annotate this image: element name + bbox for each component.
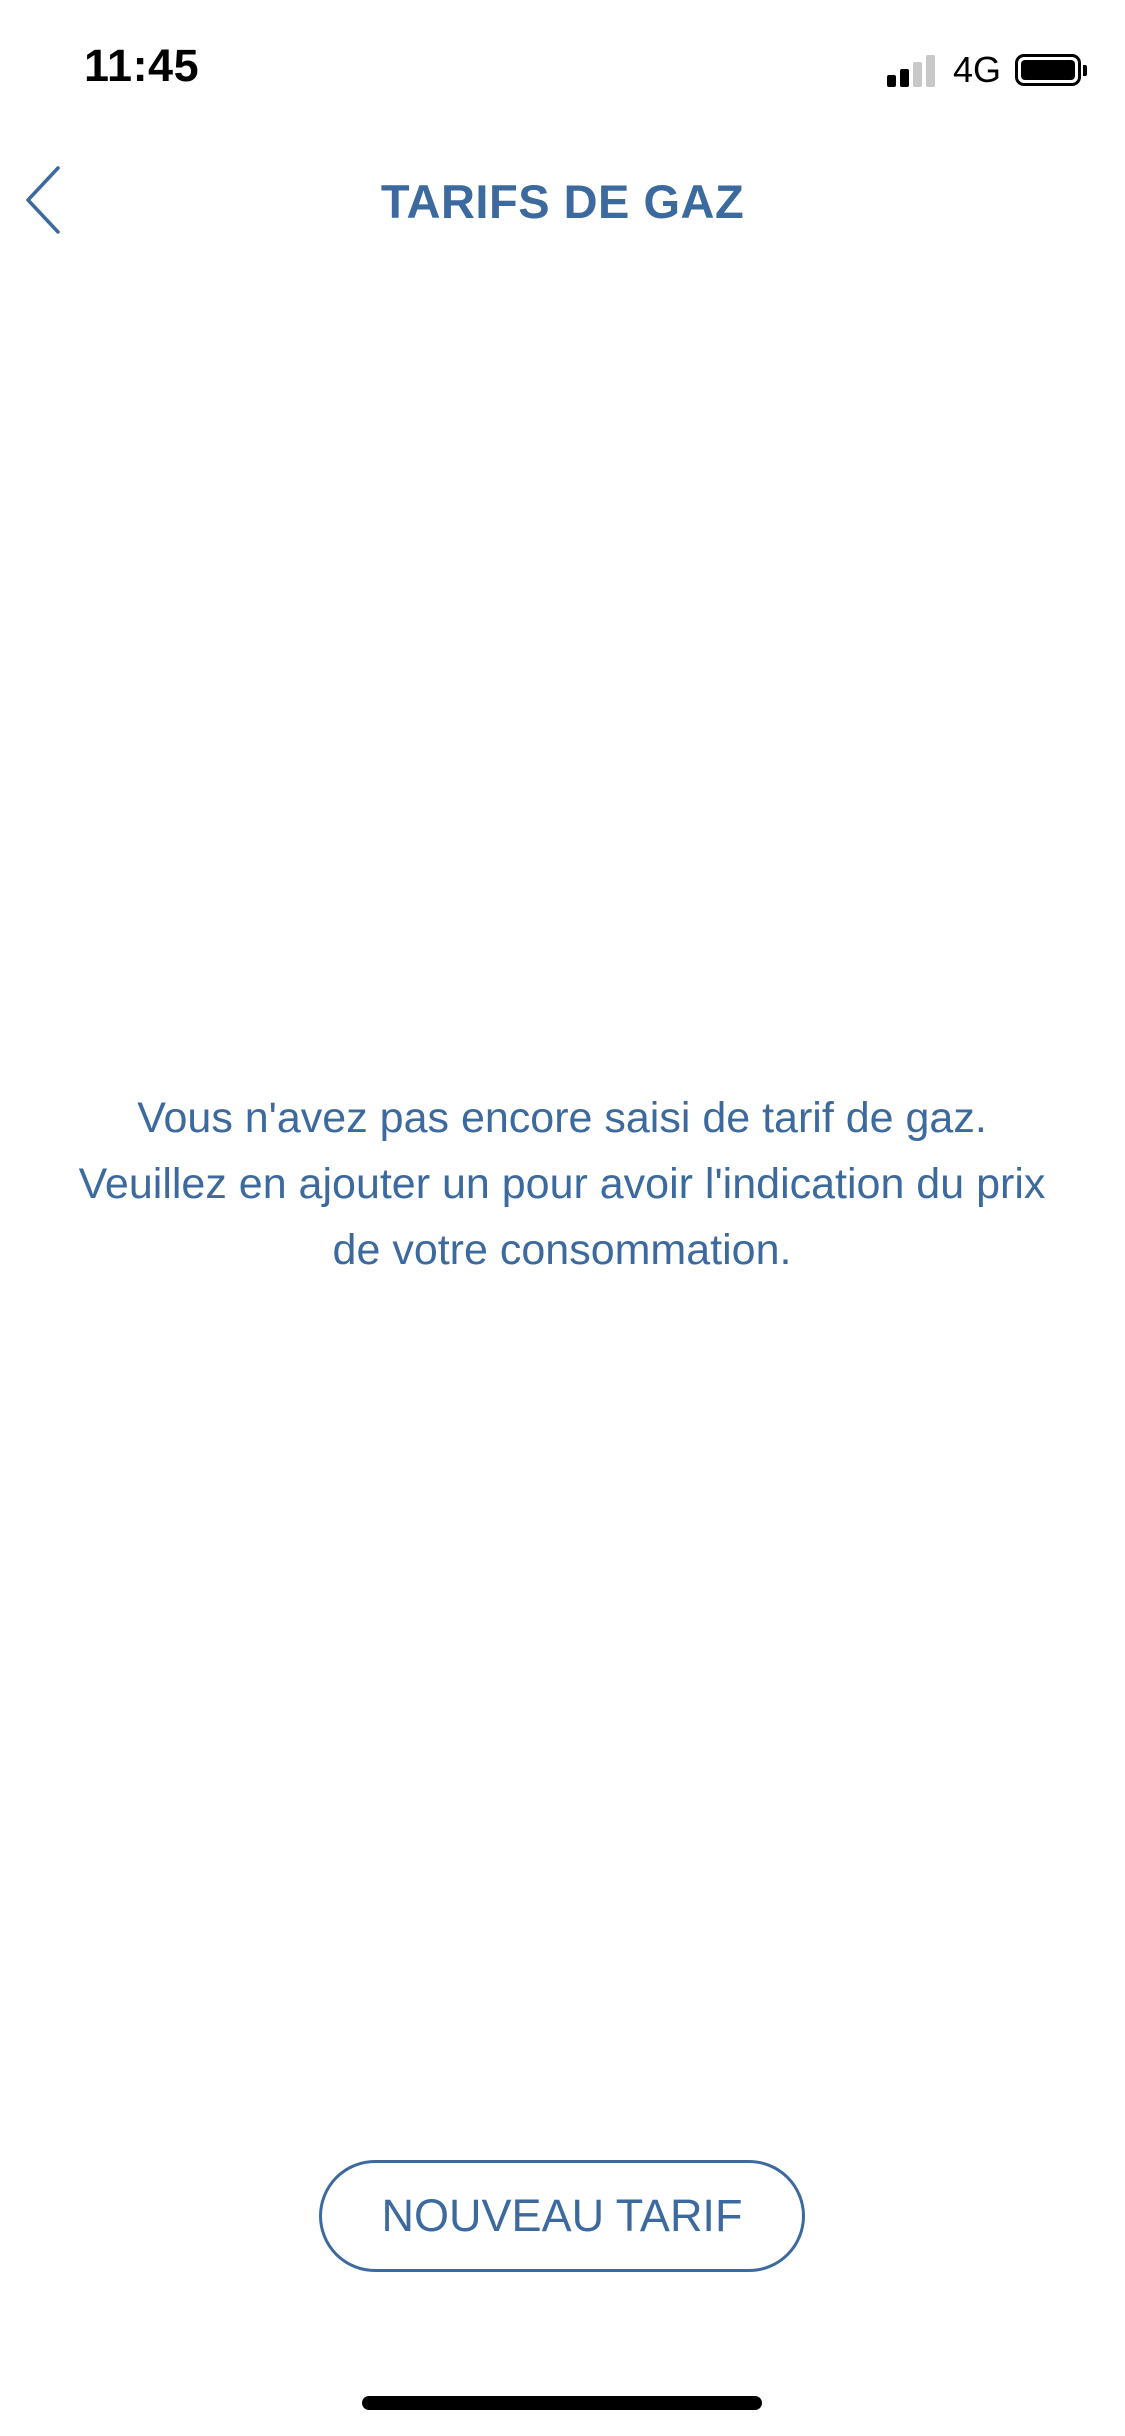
page-title: TARIFS DE GAZ bbox=[380, 175, 745, 228]
signal-bar bbox=[886, 75, 896, 87]
nav-bar: TARIFS DE GAZ bbox=[0, 140, 1125, 260]
new-tariff-button[interactable]: NOUVEAU TARIF bbox=[319, 2160, 805, 2272]
battery-icon bbox=[1015, 54, 1087, 86]
signal-bar bbox=[925, 55, 935, 87]
battery-fill bbox=[1021, 60, 1075, 80]
home-indicator[interactable] bbox=[362, 2396, 762, 2410]
signal-bar bbox=[912, 62, 922, 87]
status-indicators: 4G bbox=[886, 49, 1087, 90]
empty-state-message: Vous n'avez pas encore saisi de tarif de… bbox=[78, 1094, 1046, 1274]
network-label: 4G bbox=[952, 49, 1001, 90]
battery-cap bbox=[1083, 65, 1087, 76]
status-time: 11:45 bbox=[84, 40, 200, 91]
signal-bar bbox=[899, 69, 909, 87]
signal-icon bbox=[886, 53, 939, 87]
status-bar: 11:45 4G bbox=[0, 0, 1125, 132]
